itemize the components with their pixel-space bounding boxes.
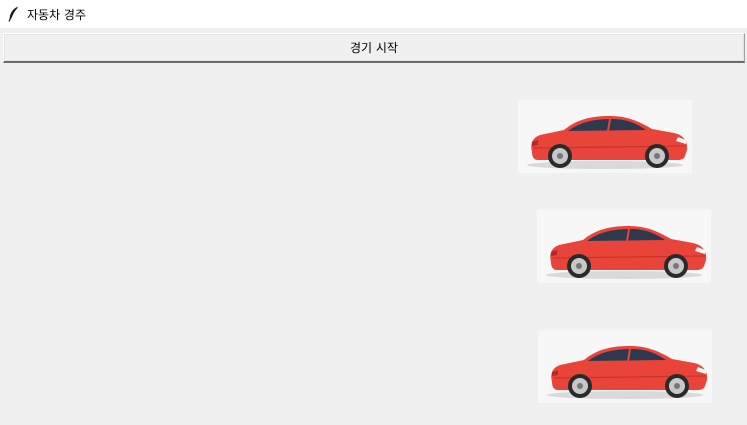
title-bar: 자동차 경주 (0, 0, 747, 28)
red-car-icon (527, 116, 688, 169)
window-title: 자동차 경주 (27, 7, 87, 22)
car-3 (538, 330, 712, 403)
race-canvas (0, 65, 747, 425)
red-car-icon (546, 226, 707, 279)
car-1 (518, 100, 692, 173)
start-race-button[interactable]: 경기 시작 (3, 33, 745, 63)
feather-icon (7, 6, 21, 22)
car-2 (537, 210, 711, 283)
red-car-icon (547, 346, 708, 399)
